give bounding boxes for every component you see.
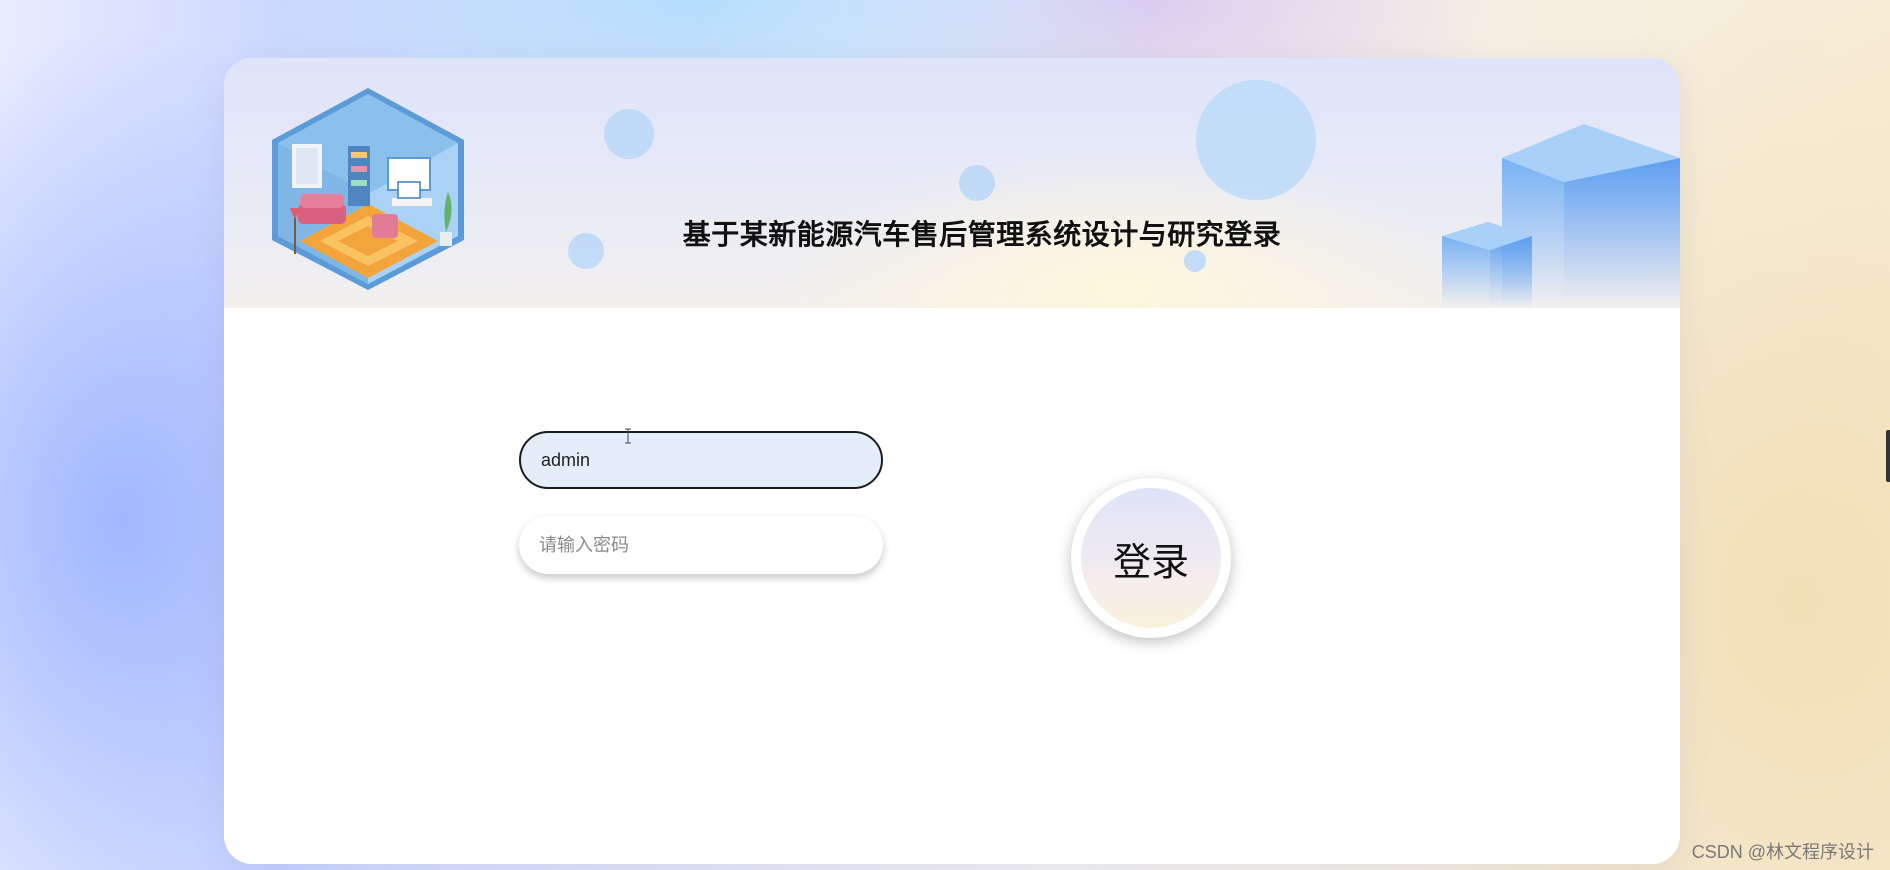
room-illustration-icon <box>272 88 464 290</box>
login-button-label: 登录 <box>1081 488 1221 628</box>
watermark-text: CSDN @林文程序设计 <box>1691 842 1874 862</box>
password-input[interactable] <box>519 516 883 574</box>
decor-bubble <box>604 109 654 159</box>
decor-bubble <box>959 165 995 201</box>
decor-bubble <box>1184 250 1206 272</box>
side-scroll-handle[interactable] <box>1886 430 1890 482</box>
username-input[interactable] <box>519 431 883 489</box>
page-title: 基于某新能源汽车售后管理系统设计与研究登录 <box>682 218 1282 251</box>
header-banner: 基于某新能源汽车售后管理系统设计与研究登录 <box>224 58 1680 308</box>
login-button[interactable]: 登录 <box>1071 478 1231 638</box>
login-card: 基于某新能源汽车售后管理系统设计与研究登录 登录 <box>224 58 1680 864</box>
decor-bubble <box>1196 80 1316 200</box>
text-cursor-icon <box>625 428 631 444</box>
